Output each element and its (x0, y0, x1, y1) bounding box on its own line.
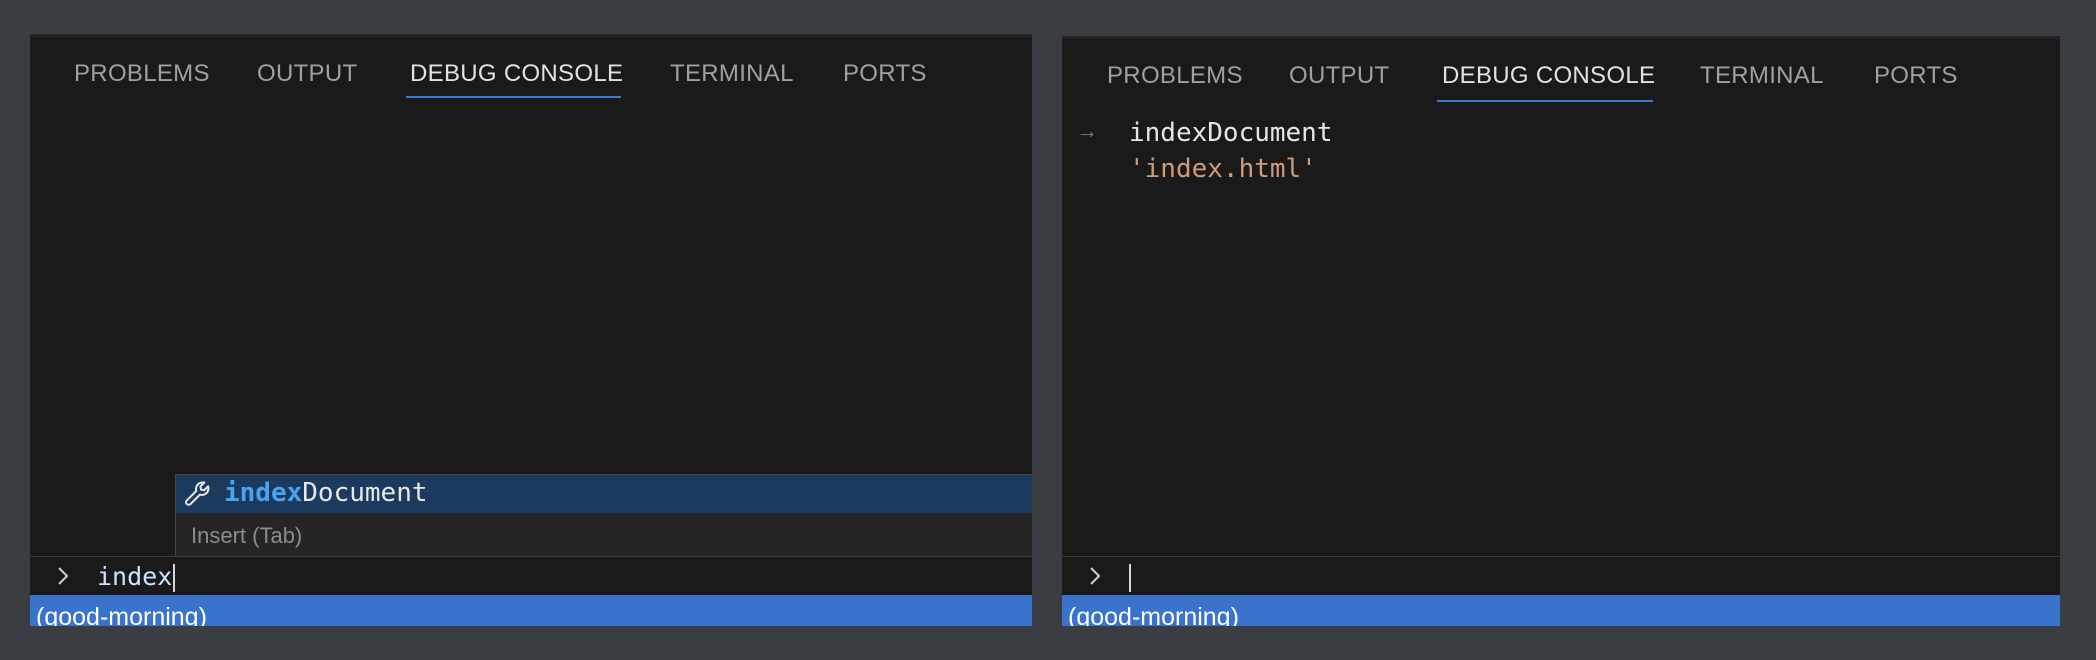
console-input-text[interactable] (1128, 562, 1131, 592)
console-input-text[interactable]: index (97, 562, 176, 592)
tab-output[interactable]: OUTPUT (257, 60, 357, 88)
suggestion-widget: indexDocument Insert (Tab) (175, 474, 1032, 558)
chevron-right-icon (58, 567, 69, 585)
tab-problems[interactable]: PROBLEMS (74, 60, 210, 88)
active-tab-indicator (1437, 100, 1653, 102)
input-value: index (97, 562, 173, 591)
text-caret (1129, 564, 1131, 592)
output-value[interactable]: 'index.html' (1129, 154, 1317, 184)
suggestion-match: index (224, 478, 303, 508)
suggestion-detail: Insert (Tab) (191, 523, 303, 548)
tab-debug-console[interactable]: DEBUG CONSOLE (410, 60, 623, 88)
tab-problems[interactable]: PROBLEMS (1107, 62, 1243, 90)
tab-output[interactable]: OUTPUT (1289, 62, 1389, 90)
panel-tabs: PROBLEMS OUTPUT DEBUG CONSOLE TERMINAL P… (1062, 36, 2060, 116)
tab-ports[interactable]: PORTS (1874, 62, 1958, 90)
tab-terminal[interactable]: TERMINAL (670, 60, 794, 88)
console-input[interactable] (1062, 556, 2060, 595)
text-caret (173, 564, 176, 592)
status-text: (good-morning) (36, 603, 207, 626)
debug-panel-right: PROBLEMS OUTPUT DEBUG CONSOLE TERMINAL P… (1062, 36, 2060, 626)
tab-debug-console[interactable]: DEBUG CONSOLE (1442, 62, 1655, 90)
chevron-right-icon (1090, 567, 1101, 585)
output-expression: indexDocument (1129, 118, 1333, 148)
suggestion-item[interactable]: indexDocument (176, 475, 1032, 513)
status-bar: (good-morning) (1062, 595, 2060, 626)
wrench-icon (185, 481, 210, 506)
console-input[interactable]: index (30, 556, 1032, 595)
status-bar: (good-morning) (30, 595, 1032, 626)
tab-ports[interactable]: PORTS (843, 60, 927, 88)
debug-panel-left: PROBLEMS OUTPUT DEBUG CONSOLE TERMINAL P… (30, 34, 1032, 626)
suggestion-rest: Document (302, 478, 428, 508)
status-text: (good-morning) (1068, 603, 1239, 626)
tab-terminal[interactable]: TERMINAL (1700, 62, 1824, 90)
active-tab-indicator (406, 96, 621, 98)
output-arrow-icon: → (1076, 118, 1098, 143)
panel-tabs: PROBLEMS OUTPUT DEBUG CONSOLE TERMINAL P… (30, 34, 1032, 114)
suggestion-label: indexDocument (224, 478, 428, 508)
